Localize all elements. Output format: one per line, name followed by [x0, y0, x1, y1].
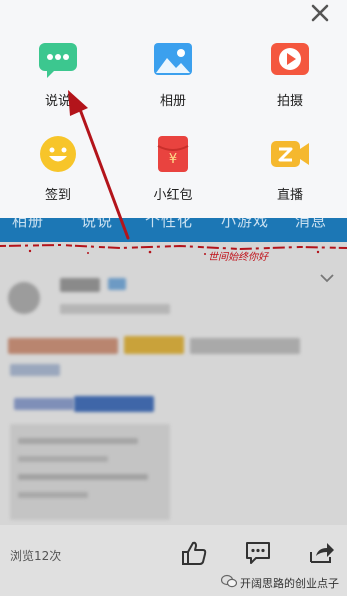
- menu-item-shuoshuo[interactable]: 说说: [28, 40, 88, 109]
- watermark-text: 开阔思路的创业点子: [240, 577, 339, 590]
- blurred-link: [14, 398, 74, 410]
- blurred-line: [18, 438, 138, 444]
- chevron-down-icon[interactable]: [319, 272, 335, 284]
- menu-item-label: 小红包: [153, 188, 193, 203]
- post-menu-panel: 说说 相册 拍摄 签到 ¥ 小红包 直播: [0, 0, 347, 218]
- handwritten-note: 世间始终你好: [208, 252, 268, 263]
- menu-item-label: 拍摄: [276, 94, 303, 109]
- blurred-line: [18, 492, 88, 498]
- menu-item-label: 签到: [44, 188, 71, 203]
- like-icon[interactable]: [180, 540, 208, 566]
- svg-text:¥: ¥: [169, 152, 177, 167]
- video-record-icon: [269, 40, 311, 80]
- blurred-username: [60, 278, 100, 292]
- menu-item-live[interactable]: 直播: [260, 134, 320, 203]
- red-packet-icon: ¥: [152, 134, 194, 174]
- avatar: [8, 282, 40, 314]
- post-action-bar: 浏览12次 开阔思路的创业点子: [0, 525, 347, 596]
- blurred-meta: [60, 304, 170, 314]
- menu-item-shoot[interactable]: 拍摄: [260, 40, 320, 109]
- menu-item-red-packet[interactable]: ¥ 小红包: [143, 134, 203, 203]
- chat-bubble-icon: [37, 40, 79, 80]
- menu-item-label: 相册: [159, 94, 186, 109]
- menu-item-checkin[interactable]: 签到: [28, 134, 88, 203]
- smiley-checkin-icon: [37, 134, 79, 174]
- menu-item-label: 直播: [276, 188, 303, 203]
- blurred-link: [74, 396, 154, 412]
- live-camera-icon: [269, 134, 311, 174]
- blurred-mention: [10, 364, 60, 376]
- blurred-line: [18, 474, 148, 480]
- close-icon[interactable]: [309, 2, 331, 24]
- blurred-badge: [108, 278, 126, 290]
- menu-item-album[interactable]: 相册: [143, 40, 203, 109]
- share-icon[interactable]: [308, 540, 336, 566]
- blurred-text: [190, 338, 300, 354]
- blurred-text: [124, 336, 184, 354]
- photo-album-icon: [152, 40, 194, 80]
- view-count: 浏览12次: [10, 549, 62, 563]
- wechat-logo-icon: [221, 574, 237, 588]
- blurred-post-content: [0, 242, 347, 532]
- comment-icon[interactable]: [244, 540, 272, 566]
- menu-item-label: 说说: [44, 94, 71, 109]
- blurred-line: [18, 456, 108, 462]
- blurred-text: [8, 338, 118, 354]
